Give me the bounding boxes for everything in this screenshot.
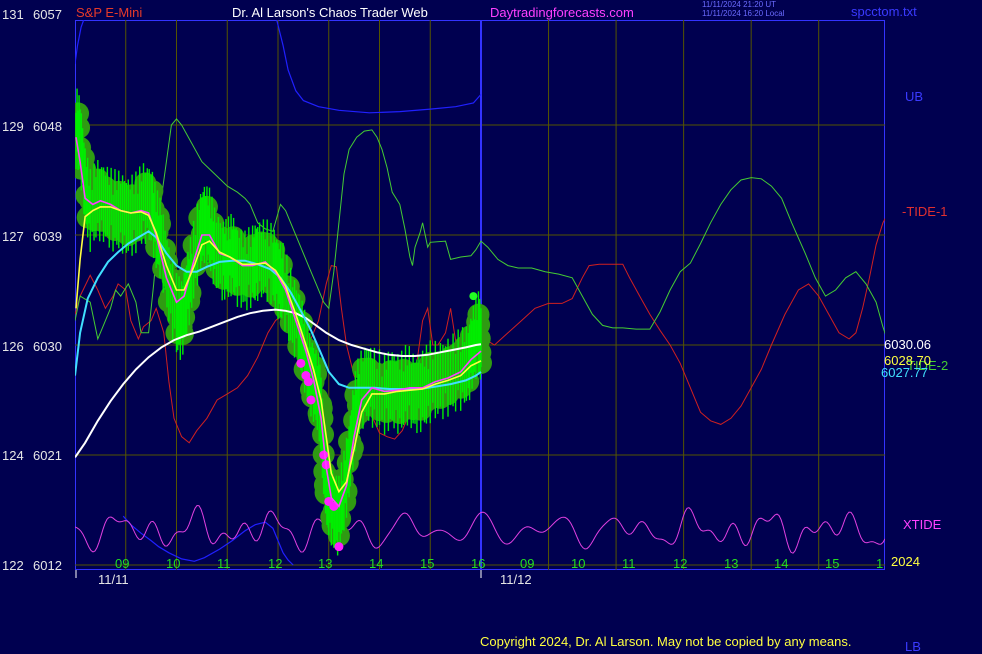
data-file-label: spcctom.txt <box>851 4 917 19</box>
chart-header-title: Dr. Al Larson's Chaos Trader Web <box>232 5 428 20</box>
y-left-label: 126 <box>2 339 24 354</box>
price-marker-dot <box>319 450 329 460</box>
xtide-label: XTIDE <box>903 517 942 532</box>
x-tick-label: 14 <box>774 556 789 571</box>
x-tick-label: 15 <box>420 556 435 571</box>
timestamp-local: 11/11/2024 16:20 Local <box>702 9 785 18</box>
ub-label: UB <box>905 89 924 104</box>
x-tick-label: 13 <box>318 556 333 571</box>
price-marker-dot <box>334 542 344 552</box>
year-label: 2024 <box>891 554 920 569</box>
plot-area <box>75 20 885 570</box>
y-left-label: 122 <box>2 558 24 573</box>
y-price-label: 6039 <box>33 229 62 244</box>
y-left-label: 129 <box>2 119 24 134</box>
instrument-label: S&P E-Mini <box>76 5 143 20</box>
date-label: 11/12 <box>500 572 532 587</box>
x-tick-label: 1 <box>876 556 884 571</box>
price-marker-dot <box>306 395 316 405</box>
price-marker-dot <box>469 292 478 301</box>
y-price-label: 6012 <box>33 558 62 573</box>
lb-label: LB <box>905 639 921 654</box>
x-tick-label: 10 <box>166 556 181 571</box>
copyright-notice: Copyright 2024, Dr. Al Larson. May not b… <box>480 634 852 649</box>
price-marker-dot <box>296 358 306 368</box>
y-price-label: 6048 <box>33 119 62 134</box>
y-left-label: 127 <box>2 229 24 244</box>
timestamp-ut: 11/11/2024 21:20 UT <box>702 0 776 9</box>
x-tick-label: 11 <box>622 556 636 571</box>
x-tick-label: 12 <box>268 556 283 571</box>
x-tick-label: 16 <box>471 556 486 571</box>
y-price-label: 6021 <box>33 448 62 463</box>
y-left-label: 124 <box>2 448 24 463</box>
date-label: 11/11 <box>98 572 129 587</box>
x-tick-label: 12 <box>673 556 688 571</box>
x-tick-label: 13 <box>724 556 739 571</box>
y-price-label: 6030 <box>33 339 62 354</box>
last-price-cyan: 6027.77 <box>881 365 928 380</box>
website-link[interactable]: Daytradingforecasts.com <box>490 6 634 20</box>
x-tick-label: 14 <box>369 556 384 571</box>
x-tick-label: 09 <box>115 556 130 571</box>
y-price-top: 6057 <box>33 7 62 22</box>
y-left-top: 131 <box>2 7 24 22</box>
x-tick-label: 11 <box>217 556 231 571</box>
x-tick-label: 15 <box>825 556 840 571</box>
x-tick-label: 09 <box>520 556 535 571</box>
price-marker-dot <box>303 377 313 387</box>
last-price-white: 6030.06 <box>884 337 931 352</box>
x-tick-label: 10 <box>571 556 586 571</box>
chaos-chart <box>75 20 885 578</box>
tide1-label: -TIDE-1 <box>902 204 948 219</box>
